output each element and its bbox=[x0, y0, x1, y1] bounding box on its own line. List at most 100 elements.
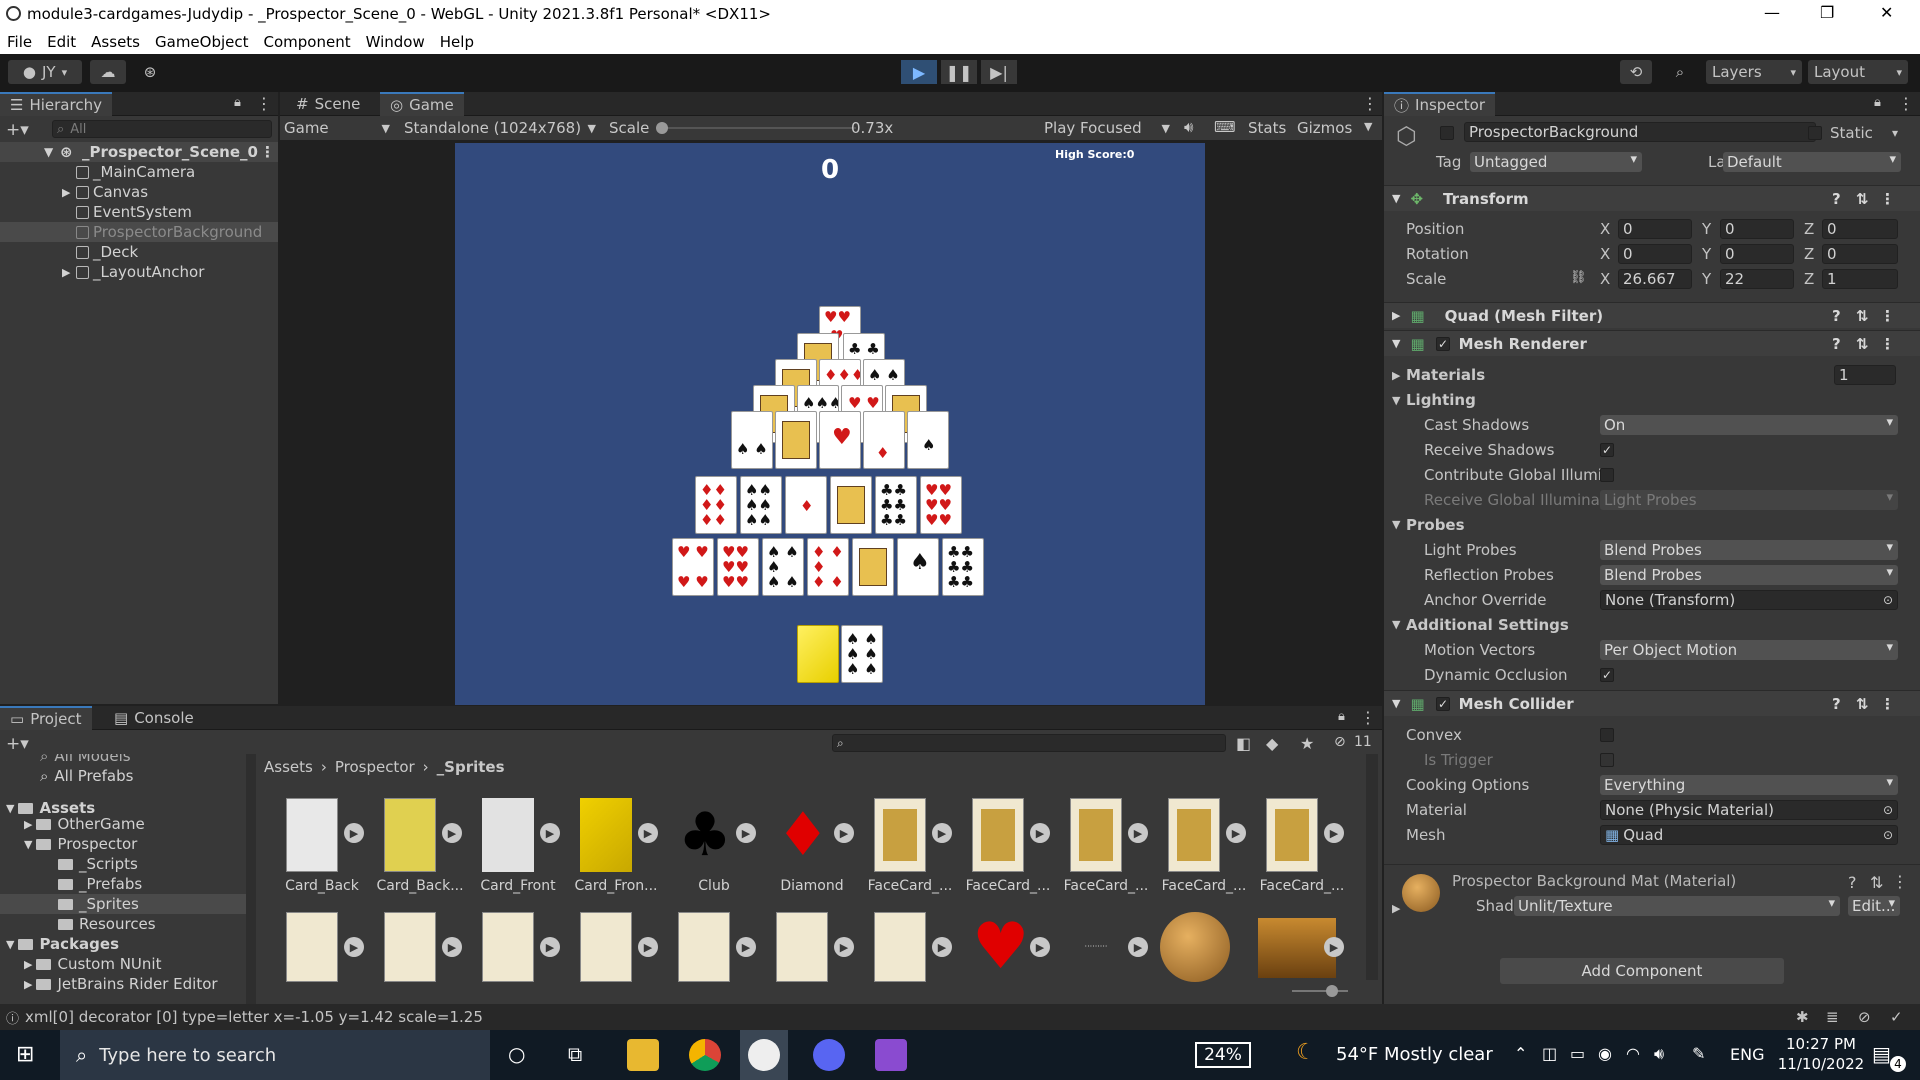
receive-shadows-checkbox[interactable]: ✓ bbox=[1600, 443, 1614, 457]
asset-sprite[interactable] bbox=[1156, 912, 1252, 982]
search-button[interactable]: ⌕ bbox=[1664, 60, 1696, 84]
menu-window[interactable]: Window bbox=[366, 33, 425, 51]
card[interactable]: ♥♥ ♥♥ ♥♥ bbox=[717, 538, 759, 596]
card[interactable]: ♦ bbox=[863, 411, 905, 469]
menu-edit[interactable]: Edit bbox=[47, 33, 76, 51]
bug-icon[interactable]: ✱ bbox=[1796, 1008, 1809, 1026]
transform-header[interactable]: ▼ ✥ Transform ? ⇅ ⋮ bbox=[1384, 185, 1920, 211]
layer-dropdown[interactable]: Default bbox=[1723, 152, 1901, 172]
visual-studio-icon[interactable] bbox=[875, 1039, 907, 1071]
object-picker-icon[interactable]: ⊙ bbox=[1883, 828, 1893, 842]
asset-heart[interactable]: ♥ ▶ bbox=[960, 912, 1056, 982]
chevron-down-icon[interactable]: ▼ bbox=[1392, 518, 1400, 531]
expand-icon[interactable]: ▶ bbox=[638, 823, 658, 843]
lock-icon[interactable]: 🔒︎ bbox=[1874, 95, 1881, 110]
position-y-field[interactable]: 0 bbox=[1720, 219, 1794, 239]
volume-icon[interactable]: 🔊︎ bbox=[1654, 1044, 1664, 1064]
cortana-icon[interactable]: ○ bbox=[508, 1042, 525, 1066]
scale-z-field[interactable]: 1 bbox=[1822, 269, 1898, 289]
file-explorer-icon[interactable] bbox=[627, 1039, 659, 1071]
tree-item-selected[interactable]: _Sprites bbox=[0, 894, 248, 914]
status-message[interactable]: xml[0] decorator [0] type=letter x=-1.05… bbox=[25, 1008, 483, 1026]
chevron-right-icon[interactable]: ▶ bbox=[1392, 369, 1400, 382]
menu-component[interactable]: Component bbox=[264, 33, 351, 51]
chevron-right-icon[interactable]: ▶ bbox=[1392, 902, 1400, 915]
collider-material-field[interactable]: None (Physic Material) ⊙ bbox=[1600, 800, 1898, 820]
object-picker-icon[interactable]: ⊙ bbox=[1883, 593, 1893, 607]
layers-dropdown[interactable]: Layers ▾ bbox=[1706, 60, 1802, 84]
discord-icon[interactable] bbox=[813, 1039, 845, 1071]
preset-icon[interactable]: ⇅ bbox=[1856, 335, 1869, 353]
add-button[interactable]: +▾ bbox=[6, 120, 29, 140]
light-probes-dropdown[interactable]: Blend Probes bbox=[1600, 540, 1898, 560]
dynamic-occlusion-checkbox[interactable]: ✓ bbox=[1600, 668, 1614, 682]
minimize-button[interactable]: — bbox=[1764, 3, 1780, 22]
expand-icon[interactable]: ▶ bbox=[932, 823, 952, 843]
stack-icon[interactable]: ≣ bbox=[1826, 1008, 1839, 1026]
card[interactable]: ♥ ♥ ♥ ♥ bbox=[672, 538, 714, 596]
filter-label-icon[interactable]: ◆ bbox=[1266, 734, 1278, 753]
card[interactable]: ♠ bbox=[897, 538, 939, 596]
gizmos-button[interactable]: Gizmos bbox=[1297, 119, 1352, 137]
more-icon[interactable]: ⋮ bbox=[1880, 335, 1895, 353]
unity-icon[interactable] bbox=[748, 1039, 780, 1071]
display-dropdown[interactable]: Game ▼ bbox=[284, 118, 394, 138]
hierarchy-search-input[interactable]: ⌕ All bbox=[52, 120, 272, 138]
preset-icon[interactable]: ⇅ bbox=[1856, 190, 1869, 208]
object-picker-icon[interactable]: ⊙ bbox=[1883, 803, 1893, 817]
tree-item[interactable]: ▶ Custom NUnit bbox=[0, 954, 248, 974]
asset-diamond[interactable]: ♦ ▶ Diamond bbox=[764, 798, 860, 898]
hierarchy-item[interactable]: ▶ Canvas bbox=[0, 182, 278, 202]
battery-indicator[interactable]: 24% bbox=[1195, 1042, 1251, 1068]
asset-card-front[interactable]: ▶ Card_Front bbox=[470, 798, 566, 898]
scale-y-field[interactable]: 22 bbox=[1720, 269, 1794, 289]
card[interactable]: ♣♣ ♣♣ ♣♣ bbox=[942, 538, 984, 596]
rotation-y-field[interactable]: 0 bbox=[1720, 244, 1794, 264]
contribute-gi-checkbox[interactable] bbox=[1600, 468, 1614, 482]
materials-count-field[interactable]: 1 bbox=[1834, 365, 1896, 385]
menu-assets[interactable]: Assets bbox=[91, 33, 140, 51]
chevron-down-icon[interactable]: ▼ bbox=[1364, 120, 1372, 133]
asset-background[interactable]: ▶ bbox=[1254, 912, 1350, 982]
rotation-x-field[interactable]: 0 bbox=[1618, 244, 1692, 264]
expand-icon[interactable]: ▶ bbox=[344, 823, 364, 843]
tree-item[interactable]: ⌕ All Prefabs bbox=[0, 766, 248, 786]
card[interactable]: ♥♥ ♥♥ ♥♥ bbox=[920, 476, 962, 534]
battery-icon[interactable]: ▭ bbox=[1570, 1044, 1585, 1063]
expand-icon[interactable]: ▶ bbox=[932, 937, 952, 957]
tree-item[interactable]: ▼ Prospector bbox=[0, 834, 248, 854]
more-icon[interactable]: ⋮ bbox=[1880, 695, 1895, 713]
history-button[interactable]: ⟲ bbox=[1620, 60, 1652, 84]
additional-settings-foldout[interactable]: Additional Settings bbox=[1406, 616, 1569, 634]
asset-card-back-gold[interactable]: ▶ Card_Back... bbox=[372, 798, 468, 898]
preset-icon[interactable]: ⇅ bbox=[1870, 873, 1883, 892]
mesh-collider-header[interactable]: ▼ ▦ ✓ Mesh Collider ? ⇅ ⋮ bbox=[1384, 690, 1920, 716]
weather-text[interactable]: 54°F Mostly clear bbox=[1336, 1044, 1493, 1065]
active-checkbox[interactable] bbox=[1440, 126, 1454, 140]
card[interactable]: ♦♦ ♦♦ ♦♦ bbox=[695, 476, 737, 534]
stats-button[interactable]: Stats bbox=[1248, 119, 1286, 137]
materials-foldout[interactable]: Materials bbox=[1406, 366, 1485, 384]
expand-icon[interactable]: ▶ bbox=[1030, 937, 1050, 957]
expand-icon[interactable]: ▶ bbox=[1324, 937, 1344, 957]
mesh-renderer-header[interactable]: ▼ ▦ ✓ Mesh Renderer ? ⇅ ⋮ bbox=[1384, 330, 1920, 356]
hierarchy-item[interactable]: ▶ _LayoutAnchor bbox=[0, 262, 278, 282]
mesh-filter-header[interactable]: ▶ ▦ Quad (Mesh Filter) ? ⇅ ⋮ bbox=[1384, 302, 1920, 328]
reflection-probes-dropdown[interactable]: Blend Probes bbox=[1600, 565, 1898, 585]
asset-facecard[interactable]: ▶ FaceCard_... bbox=[862, 798, 958, 898]
clock[interactable]: 10:27 PM 11/10/2022 bbox=[1776, 1034, 1866, 1074]
expand-icon[interactable]: ▶ bbox=[344, 937, 364, 957]
account-button[interactable]: ● JY ▾ bbox=[8, 60, 82, 84]
chevron-down-icon[interactable]: ▼ bbox=[1392, 394, 1400, 407]
add-component-button[interactable]: Add Component bbox=[1500, 958, 1784, 984]
cloud-button[interactable]: ☁ bbox=[90, 60, 126, 84]
card[interactable]: ♣♣ ♣♣ ♣♣ bbox=[875, 476, 917, 534]
layout-dropdown[interactable]: Layout ▾ bbox=[1808, 60, 1908, 84]
tree-item[interactable]: ▶ OtherGame bbox=[0, 814, 248, 834]
card[interactable]: ♠ bbox=[907, 411, 949, 469]
preset-icon[interactable]: ⇅ bbox=[1856, 695, 1869, 713]
asset-facecard[interactable]: ▶ bbox=[862, 912, 958, 982]
tree-item[interactable]: _Prefabs bbox=[0, 874, 248, 894]
card[interactable] bbox=[852, 538, 894, 596]
tag-dropdown[interactable]: Untagged bbox=[1470, 152, 1642, 172]
